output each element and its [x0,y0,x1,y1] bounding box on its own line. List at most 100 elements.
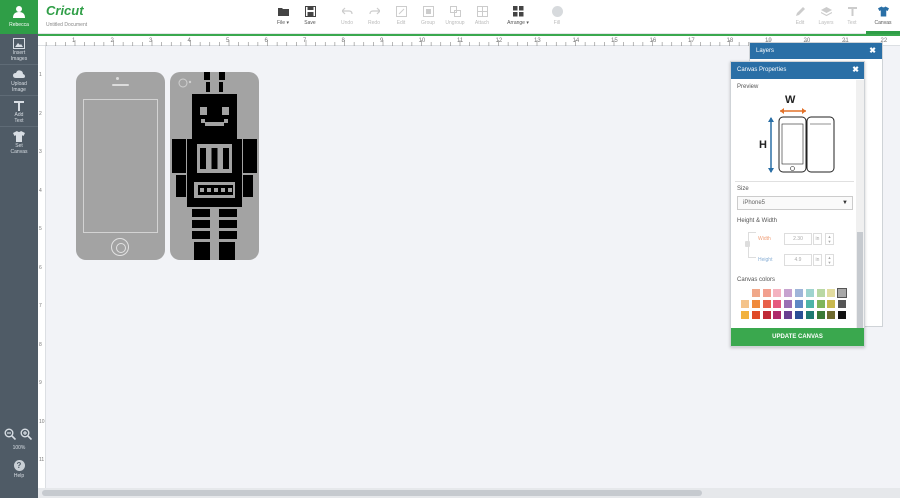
color-swatch[interactable] [827,311,836,319]
horizontal-scrollbar[interactable] [38,488,900,498]
insert-images-label-2: Images [10,56,28,62]
file-menu-button[interactable]: File ▾ [269,6,297,26]
color-swatch[interactable] [784,311,793,319]
tab-canvas[interactable]: Canvas [866,0,900,34]
color-swatch[interactable] [837,288,848,298]
color-swatch[interactable] [838,300,847,308]
add-text-button[interactable]: Add Text [0,97,38,127]
color-swatch[interactable] [773,289,782,297]
group-label: Group [421,20,435,26]
phone-template-back[interactable] [170,72,259,260]
document-name[interactable]: Untitled Document [46,22,87,28]
left-ruler: 1 2 3 4 5 6 7 8 9 10 11 [38,46,46,488]
fill-button[interactable]: Fill [543,6,571,26]
color-swatch[interactable] [816,300,825,308]
undo-label: Undo [341,20,353,26]
color-swatch[interactable] [751,289,760,297]
color-swatch[interactable] [827,289,836,297]
redo-button[interactable]: Redo [360,6,388,26]
color-swatch[interactable] [741,311,749,319]
properties-scrollbar[interactable] [856,80,864,328]
file-label: File ▾ [277,20,289,26]
color-swatch[interactable] [762,300,771,308]
fill-label: Fill [553,20,561,26]
phone-home-button [111,238,129,256]
color-swatch[interactable] [827,300,836,308]
update-canvas-button[interactable]: UPDATE CANVAS [731,328,864,346]
color-swatch[interactable] [762,311,771,319]
color-swatch[interactable] [795,289,803,297]
ungroup-button[interactable]: Ungroup [441,6,469,26]
color-swatch[interactable] [773,300,782,308]
user-menu[interactable]: Rebecca [0,0,38,34]
save-button[interactable]: Save [296,6,324,26]
color-swatch[interactable] [795,300,803,308]
robot-image[interactable] [170,72,259,260]
tab-edit[interactable]: Edit [786,6,814,26]
color-swatch[interactable] [741,289,749,297]
color-swatch[interactable] [751,311,760,319]
set-canvas-button[interactable]: Set Canvas [0,128,38,158]
color-swatch[interactable] [741,300,749,308]
size-select[interactable]: iPhone5 ▼ [737,196,853,210]
insert-images-button[interactable]: Insert Images [0,35,38,65]
color-swatch[interactable] [838,311,847,319]
ruler-number: 9 [380,38,384,44]
help-icon: ? [13,460,25,471]
height-stepper[interactable]: ▲ ▼ [825,254,834,266]
group-button[interactable]: Group [414,6,442,26]
zoom-controls [4,428,34,442]
upload-image-button[interactable]: Upload Image [0,66,38,96]
arrange-menu-button[interactable]: Arrange ▾ [504,6,532,26]
color-swatch[interactable] [795,311,803,319]
tab-text[interactable]: Text [838,6,866,26]
attach-button[interactable]: Attach [468,6,496,26]
set-canvas-label-2: Canvas [10,149,28,155]
help-button[interactable]: ? Help [0,460,38,479]
color-swatch[interactable] [816,289,825,297]
phone-template-front[interactable] [76,72,165,260]
color-swatch[interactable] [784,289,793,297]
width-input[interactable]: 2.30 [784,233,812,245]
text-tab-icon [847,7,857,16]
cricut-logo: Cricut [46,3,84,18]
properties-scrollbar-thumb[interactable] [857,232,863,328]
ruler-number: 2 [110,38,114,44]
color-swatch[interactable] [805,300,814,308]
zoom-level: 100% [12,445,26,451]
color-swatch[interactable] [816,311,825,319]
height-label: Height [758,257,773,263]
ruler-number: 7 [39,303,42,309]
pencil-icon [795,7,805,16]
edit-button[interactable]: Edit [387,6,415,26]
color-swatch[interactable] [805,311,814,319]
user-icon [13,6,25,18]
color-swatch[interactable] [784,300,793,308]
close-icon[interactable]: ✖ [852,65,859,74]
image-icon [13,38,25,49]
ruler-number: 14 [572,38,580,44]
width-stepper[interactable]: ▲ ▼ [825,233,834,245]
ruler-number: 3 [149,38,153,44]
width-label: Width [758,236,771,242]
color-swatch[interactable] [751,300,760,308]
ruler-number: 8 [39,341,42,348]
ruler-number: 12 [495,38,503,44]
zoom-out-button[interactable] [4,428,17,441]
color-swatch[interactable] [773,311,782,319]
height-input[interactable]: 4.9 [784,254,812,266]
zoom-in-button[interactable] [20,428,33,441]
attach-icon [476,6,488,17]
ruler-number: 4 [187,38,191,44]
ungroup-label: Ungroup [445,20,465,26]
redo-label: Redo [368,20,380,26]
ruler-number: 4 [39,187,42,194]
close-icon[interactable]: ✖ [869,46,876,55]
color-swatch[interactable] [762,289,771,297]
tab-layers[interactable]: Layers [812,6,840,26]
ungroup-icon [449,6,461,17]
horizontal-scrollbar-thumb[interactable] [42,490,702,496]
text-icon [14,101,24,111]
undo-button[interactable]: Undo [333,6,361,26]
color-swatch[interactable] [805,289,814,297]
